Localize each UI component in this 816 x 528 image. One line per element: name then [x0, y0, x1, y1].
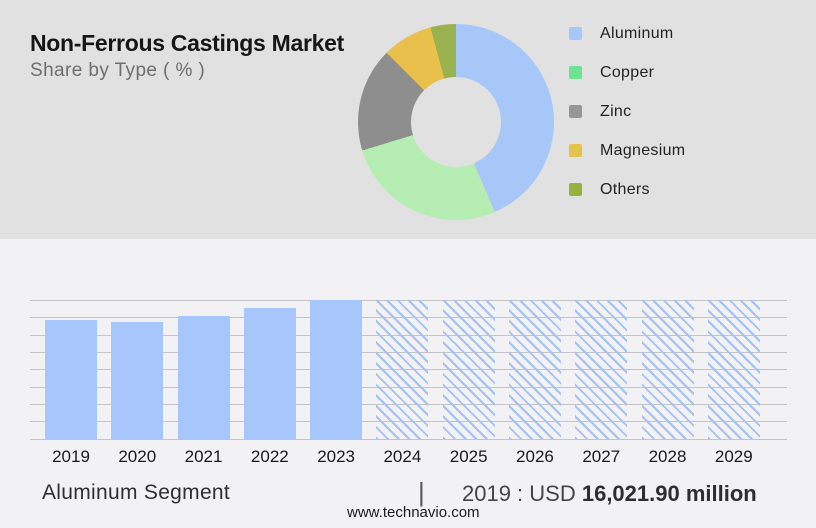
- legend-label: Others: [600, 180, 650, 198]
- x-tick-2027: 2027: [582, 447, 621, 466]
- x-tick-2029: 2029: [714, 447, 753, 466]
- legend-label: Copper: [600, 63, 655, 81]
- x-tick-2023: 2023: [317, 447, 356, 466]
- bar-2024-forecast: [376, 300, 429, 439]
- legend-item-others: Others: [569, 170, 685, 209]
- value-prefix: 2019 : USD: [462, 481, 582, 506]
- infographic-page: Non-Ferrous Castings Market Share by Typ…: [0, 0, 816, 528]
- bar-2027-forecast: [575, 300, 628, 439]
- legend-item-magnesium: Magnesium: [569, 131, 685, 170]
- value-bold: 16,021.90 million: [581, 481, 757, 506]
- legend-swatch-icon: [569, 105, 582, 118]
- legend-label: Aluminum: [600, 24, 674, 42]
- bar-2020: [111, 322, 164, 439]
- bar-2026-forecast: [508, 300, 561, 439]
- bar-2019: [45, 319, 97, 439]
- legend-item-copper: Copper: [569, 53, 685, 92]
- donut-hole: [411, 77, 501, 167]
- x-tick-2026: 2026: [516, 447, 554, 466]
- x-tick-2028: 2028: [648, 447, 687, 466]
- header-panel: Non-Ferrous Castings Market Share by Typ…: [0, 0, 816, 239]
- segment-caption: Aluminum Segment: [42, 481, 231, 504]
- bar-2021: [177, 315, 230, 439]
- legend-swatch-icon: [569, 66, 582, 79]
- bar-2023: [310, 300, 363, 439]
- value-annotation: 2019 : USD 16,021.90 million: [462, 481, 757, 507]
- legend-item-aluminum: Aluminum: [569, 14, 685, 53]
- bar-2028-forecast: [641, 300, 694, 439]
- x-tick-2020: 2020: [118, 447, 157, 466]
- page-title: Non-Ferrous Castings Market: [30, 30, 344, 56]
- x-tick-2019: 2019: [52, 447, 90, 466]
- legend-label: Zinc: [600, 102, 632, 120]
- bar-2022: [243, 308, 296, 439]
- x-tick-2025: 2025: [449, 447, 488, 466]
- x-tick-2024: 2024: [383, 447, 422, 466]
- bar-2029-forecast: [707, 300, 760, 439]
- legend-swatch-icon: [569, 183, 582, 196]
- x-tick-2022: 2022: [250, 447, 289, 466]
- bar-2025-forecast: [442, 300, 495, 439]
- legend: Aluminum Copper Zinc Magnesium Others: [569, 14, 685, 209]
- legend-swatch-icon: [569, 144, 582, 157]
- gridline: [30, 438, 787, 440]
- legend-item-zinc: Zinc: [569, 92, 685, 131]
- website-link: www.technavio.com: [347, 504, 480, 521]
- legend-swatch-icon: [569, 27, 582, 40]
- legend-label: Magnesium: [600, 141, 686, 159]
- donut-chart: [358, 24, 554, 220]
- x-tick-2021: 2021: [184, 447, 223, 466]
- page-subtitle: Share by Type ( % ): [30, 60, 206, 81]
